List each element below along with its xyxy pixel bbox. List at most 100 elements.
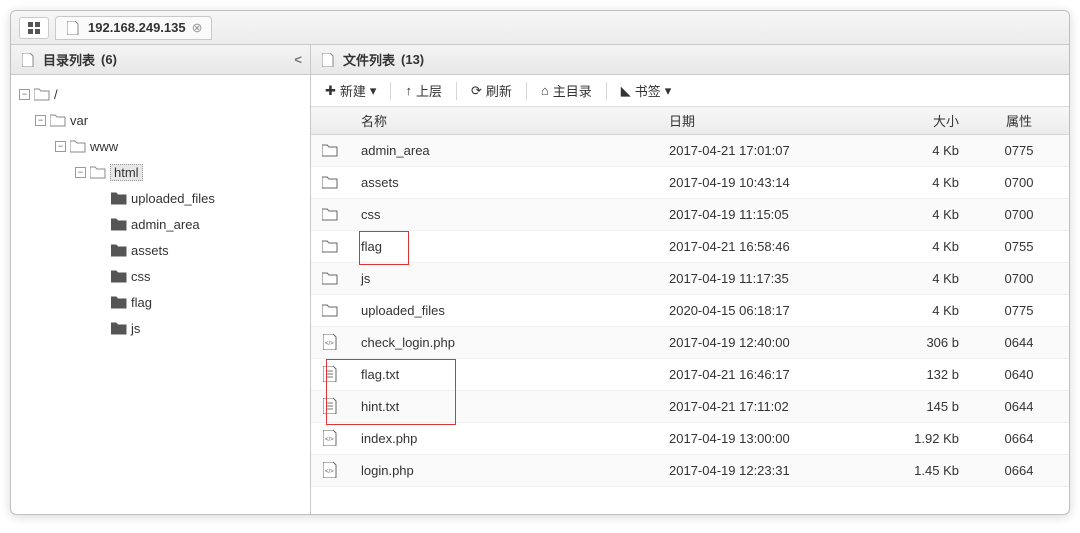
tab-host-label: 192.168.249.135 (88, 20, 186, 35)
plus-circle-icon: ✚ (325, 83, 336, 99)
table-row[interactable]: flag2017-04-21 16:58:464 Kb0755 (311, 231, 1069, 263)
row-size: 4 Kb (859, 303, 969, 318)
row-name: login.php (351, 463, 659, 478)
row-attr: 0700 (969, 207, 1069, 222)
tree-label: css (131, 269, 151, 284)
tree-root[interactable]: − / (15, 81, 306, 107)
row-name: css (351, 207, 659, 222)
refresh-icon: ⟳ (471, 83, 482, 99)
table-row[interactable]: uploaded_files2020-04-15 06:18:174 Kb077… (311, 295, 1069, 327)
tree-child[interactable]: flag (15, 289, 306, 315)
row-date: 2020-04-15 06:18:17 (659, 303, 859, 318)
folder-icon (70, 139, 86, 153)
right-panel-title-bar: 文件列表 (13) (311, 45, 1069, 75)
row-icon (311, 269, 351, 288)
row-date: 2017-04-21 16:46:17 (659, 367, 859, 382)
bookmark-button[interactable]: ◣ 书签 ▾ (613, 79, 680, 103)
directory-tree[interactable]: − / − var − www − html (11, 75, 310, 514)
chevron-down-icon: ▾ (665, 83, 672, 99)
table-row[interactable]: assets2017-04-19 10:43:144 Kb0700 (311, 167, 1069, 199)
tree-var[interactable]: − var (15, 107, 306, 133)
row-date: 2017-04-21 17:11:02 (659, 399, 859, 414)
collapse-left-icon[interactable]: < (294, 52, 302, 67)
arrow-up-icon: ↑ (405, 83, 412, 98)
expand-icon[interactable]: − (75, 167, 86, 178)
tab-close-icon[interactable]: ⊗ (192, 20, 203, 36)
row-size: 4 Kb (859, 175, 969, 190)
row-name: uploaded_files (351, 303, 659, 318)
row-icon (311, 141, 351, 160)
tree-child[interactable]: admin_area (15, 211, 306, 237)
svg-text:</>: </> (325, 469, 334, 475)
table-row[interactable]: hint.txt2017-04-21 17:11:02145 b0644 (311, 391, 1069, 423)
table-row[interactable]: css2017-04-19 11:15:054 Kb0700 (311, 199, 1069, 231)
table-row[interactable]: js2017-04-19 11:17:354 Kb0700 (311, 263, 1069, 295)
home-button[interactable]: ⌂ 主目录 (533, 79, 600, 103)
row-name: hint.txt (351, 399, 659, 414)
row-attr: 0664 (969, 431, 1069, 446)
table-row[interactable]: </>check_login.php2017-04-19 12:40:00306… (311, 327, 1069, 359)
row-size: 4 Kb (859, 207, 969, 222)
row-attr: 0644 (969, 335, 1069, 350)
separator (456, 82, 457, 100)
col-date[interactable]: 日期 (659, 111, 859, 130)
row-name: check_login.php (351, 335, 659, 350)
separator (526, 82, 527, 100)
expand-icon[interactable]: − (19, 89, 30, 100)
row-date: 2017-04-19 13:00:00 (659, 431, 859, 446)
folder-icon (111, 269, 127, 283)
refresh-label: 刷新 (486, 81, 512, 100)
file-icon (64, 19, 82, 37)
tree-label: js (131, 321, 140, 336)
row-icon (311, 365, 351, 385)
file-rows: admin_area2017-04-21 17:01:074 Kb0775ass… (311, 135, 1069, 487)
left-panel-title-bar: 目录列表 (6) < (11, 45, 310, 75)
bookmark-icon: ◣ (621, 83, 631, 99)
row-attr: 0700 (969, 271, 1069, 286)
row-size: 132 b (859, 367, 969, 382)
chevron-down-icon: ▾ (370, 83, 377, 99)
home-label: 主目录 (553, 81, 592, 100)
tree-child[interactable]: css (15, 263, 306, 289)
up-button[interactable]: ↑ 上层 (397, 79, 450, 103)
tab-host[interactable]: 192.168.249.135 ⊗ (55, 16, 212, 40)
tree-child[interactable]: uploaded_files (15, 185, 306, 211)
tree-child[interactable]: js (15, 315, 306, 341)
right-panel: 文件列表 (13) ✚ 新建 ▾ ↑ 上层 ⟳ 刷新 (311, 45, 1069, 514)
new-button[interactable]: ✚ 新建 ▾ (317, 79, 384, 103)
bookmark-label: 书签 (635, 81, 661, 100)
row-name: admin_area (351, 143, 659, 158)
row-name: assets (351, 175, 659, 190)
table-row[interactable]: </>index.php2017-04-19 13:00:001.92 Kb06… (311, 423, 1069, 455)
row-date: 2017-04-19 11:15:05 (659, 207, 859, 222)
table-row[interactable]: admin_area2017-04-21 17:01:074 Kb0775 (311, 135, 1069, 167)
col-name[interactable]: 名称 (351, 111, 659, 130)
col-attr[interactable]: 属性 (969, 111, 1069, 130)
row-icon (311, 237, 351, 256)
row-attr: 0700 (969, 175, 1069, 190)
refresh-button[interactable]: ⟳ 刷新 (463, 79, 520, 103)
folder-icon (90, 165, 106, 179)
row-name: index.php (351, 431, 659, 446)
svg-text:</>: </> (325, 437, 334, 443)
tree-www[interactable]: − www (15, 133, 306, 159)
tree-label: assets (131, 243, 169, 258)
expand-icon[interactable]: − (35, 115, 46, 126)
tree-label: uploaded_files (131, 191, 215, 206)
right-panel-title: 文件列表 (343, 50, 395, 69)
expand-icon[interactable]: − (55, 141, 66, 152)
row-icon: </> (311, 461, 351, 481)
separator (606, 82, 607, 100)
col-size[interactable]: 大小 (859, 111, 969, 130)
row-date: 2017-04-21 16:58:46 (659, 239, 859, 254)
row-date: 2017-04-21 17:01:07 (659, 143, 859, 158)
panes: 目录列表 (6) < − / − var − www (11, 45, 1069, 514)
table-header: 名称 日期 大小 属性 (311, 107, 1069, 135)
tree-html[interactable]: − html (15, 159, 306, 185)
table-row[interactable]: flag.txt2017-04-21 16:46:17132 b0640 (311, 359, 1069, 391)
row-attr: 0640 (969, 367, 1069, 382)
tree-child[interactable]: assets (15, 237, 306, 263)
grid-button[interactable] (19, 17, 49, 39)
table-row[interactable]: </>login.php2017-04-19 12:23:311.45 Kb06… (311, 455, 1069, 487)
row-icon (311, 397, 351, 417)
